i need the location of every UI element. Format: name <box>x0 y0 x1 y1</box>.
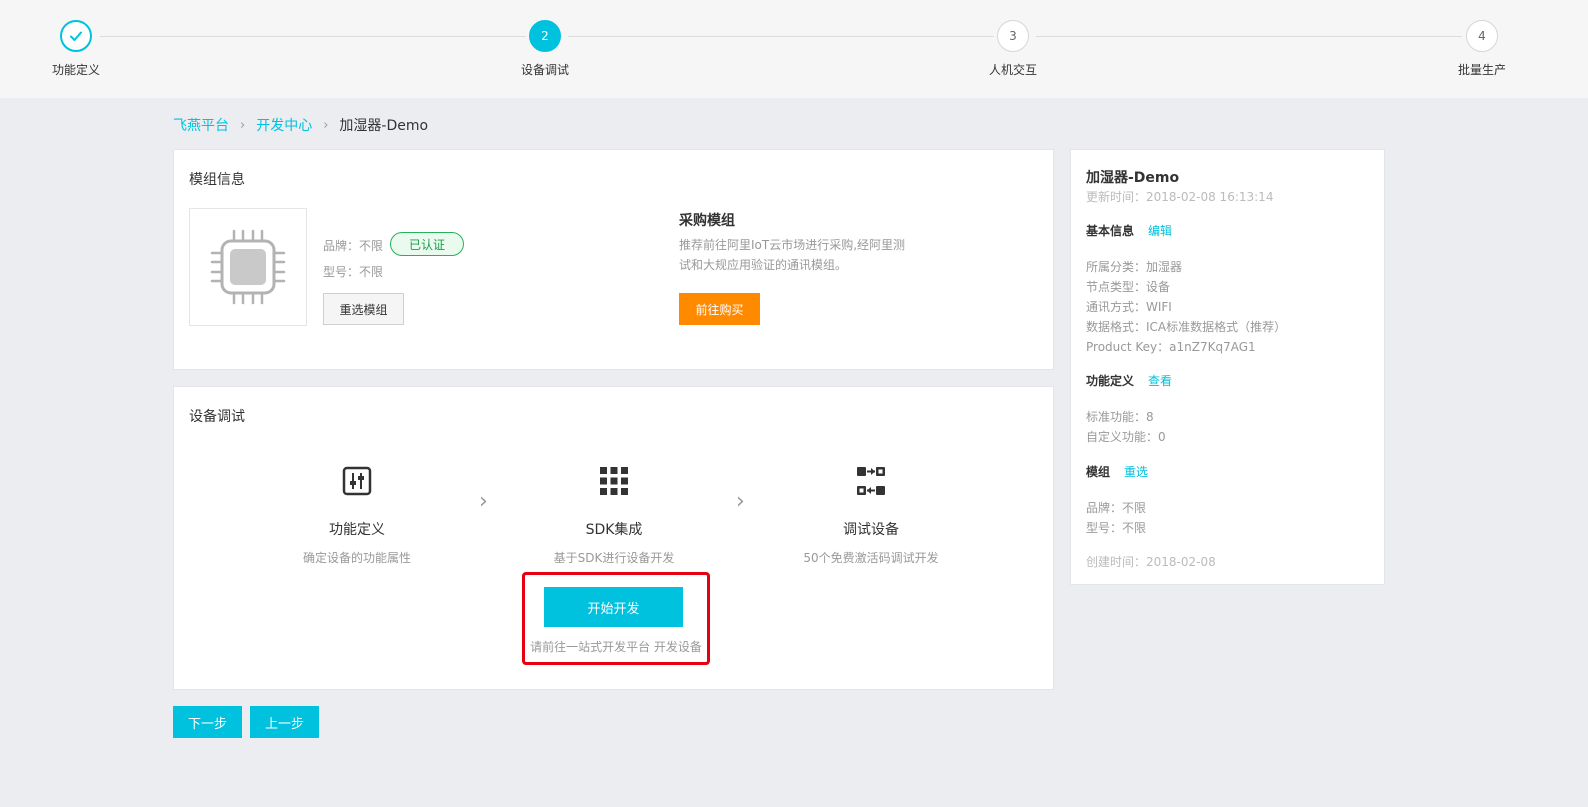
breadcrumb-current: 加湿器-Demo <box>339 118 429 134</box>
breadcrumb-link-platform[interactable]: 飞燕平台 <box>173 115 229 135</box>
product-summary-panel: 加湿器-Demo 更新时间：2018-02-08 16:13:14 基本信息 编辑… <box>1070 149 1385 585</box>
flow-step-sdk: SDK集成 基于SDK进行设备开发 <box>514 461 714 566</box>
info-category: 所属分类：加湿器 <box>1086 260 1183 274</box>
flow-step-function: 功能定义 确定设备的功能属性 <box>257 461 457 566</box>
view-link[interactable]: 查看 <box>1148 374 1172 388</box>
step-function-definition[interactable]: 功能定义 <box>31 20 121 78</box>
card-title: 模组信息 <box>189 172 245 188</box>
card-title: 设备调试 <box>189 409 245 425</box>
breadcrumb: 飞燕平台 › 开发中心 › 加湿器-Demo <box>173 115 428 135</box>
chevron-right-icon: › <box>240 117 246 133</box>
section-label: 功能定义 <box>1086 374 1135 388</box>
flow-step-debug-device: 调试设备 50个免费激活码调试开发 <box>771 461 971 566</box>
flow-step-desc: 基于SDK进行设备开发 <box>553 551 675 565</box>
step-connector <box>568 36 994 37</box>
step-device-debug[interactable]: 2 设备调试 <box>500 20 590 78</box>
chevron-right-icon: › <box>736 489 745 514</box>
step-mass-production[interactable]: 4 批量生产 <box>1437 20 1527 78</box>
flow-step-desc: 50个免费激活码调试开发 <box>803 551 939 565</box>
breadcrumb-link-dev-center[interactable]: 开发中心 <box>256 115 312 135</box>
certified-badge: 已认证 <box>390 232 464 256</box>
step-connector <box>100 36 526 37</box>
module-image <box>189 208 307 326</box>
buy-module-desc: 推荐前往阿里IoT云市场进行采购,经阿里测试和大规应用验证的通讯模组。 <box>679 238 906 272</box>
progress-stepper: 功能定义 2 设备调试 3 人机交互 4 批量生产 <box>0 0 1588 98</box>
go-buy-button[interactable]: 前往购买 <box>679 293 760 325</box>
module-info-card: 模组信息 品牌：不限 已认证 型号：不限 重选模组 采购模组 推荐前往阿里IoT… <box>173 149 1054 370</box>
step-number: 4 <box>1466 20 1498 52</box>
module-section: 模组 重选 <box>1086 463 1148 480</box>
devices-icon <box>857 467 885 495</box>
step-number: 2 <box>529 20 561 52</box>
basic-info-section: 基本信息 编辑 <box>1086 222 1172 239</box>
next-step-button[interactable]: 下一步 <box>173 706 242 738</box>
chevron-right-icon: › <box>323 117 329 133</box>
start-develop-hint: 请前往一站式开发平台 开发设备 <box>530 640 702 654</box>
step-connector <box>1036 36 1462 37</box>
step-number: 3 <box>997 20 1029 52</box>
step-hmi[interactable]: 3 人机交互 <box>968 20 1058 78</box>
info-comm: 通讯方式：WIFI <box>1086 300 1172 314</box>
section-label: 模组 <box>1086 465 1111 479</box>
reselect-link[interactable]: 重选 <box>1124 465 1148 479</box>
prev-step-button[interactable]: 上一步 <box>250 706 319 738</box>
step-label: 人机交互 <box>988 63 1037 77</box>
info-model: 型号：不限 <box>1086 521 1147 535</box>
info-data-format: 数据格式：ICA标准数据格式（推荐） <box>1086 320 1287 334</box>
step-label: 功能定义 <box>51 63 100 77</box>
module-model: 型号：不限 <box>323 265 384 279</box>
chevron-right-icon: › <box>479 489 488 514</box>
device-debug-card: 设备调试 功能定义 确定设备的功能属性 › SDK集成 基于SDK进行设备开发 … <box>173 386 1054 690</box>
flow-step-name: 调试设备 <box>843 522 899 538</box>
flow-step-name: SDK集成 <box>585 522 643 538</box>
buy-module-title: 采购模组 <box>679 213 735 229</box>
start-develop-button[interactable]: 开始开发 <box>544 587 683 627</box>
grid-icon <box>600 467 628 495</box>
flow-step-name: 功能定义 <box>329 522 385 538</box>
check-icon <box>60 20 92 52</box>
info-node-type: 节点类型：设备 <box>1086 280 1171 294</box>
info-custom-functions: 自定义功能：0 <box>1086 430 1166 444</box>
updated-time: 更新时间：2018-02-08 16:13:14 <box>1086 190 1274 204</box>
section-label: 基本信息 <box>1086 224 1135 238</box>
sliders-icon <box>342 466 372 496</box>
created-time: 创建时间：2018-02-08 <box>1086 555 1216 569</box>
module-brand: 品牌：不限 <box>323 239 384 253</box>
info-standard-functions: 标准功能：8 <box>1086 410 1154 424</box>
flow-step-desc: 确定设备的功能属性 <box>302 551 411 565</box>
step-label: 批量生产 <box>1457 63 1506 77</box>
reselect-module-button[interactable]: 重选模组 <box>323 293 404 325</box>
edit-link[interactable]: 编辑 <box>1148 224 1172 238</box>
function-section: 功能定义 查看 <box>1086 372 1172 389</box>
product-title: 加湿器-Demo <box>1086 170 1180 186</box>
chip-icon <box>210 229 286 305</box>
info-product-key: Product Key：a1nZ7Kq7AG1 <box>1086 340 1256 354</box>
info-brand: 品牌：不限 <box>1086 501 1147 515</box>
step-label: 设备调试 <box>520 63 569 77</box>
